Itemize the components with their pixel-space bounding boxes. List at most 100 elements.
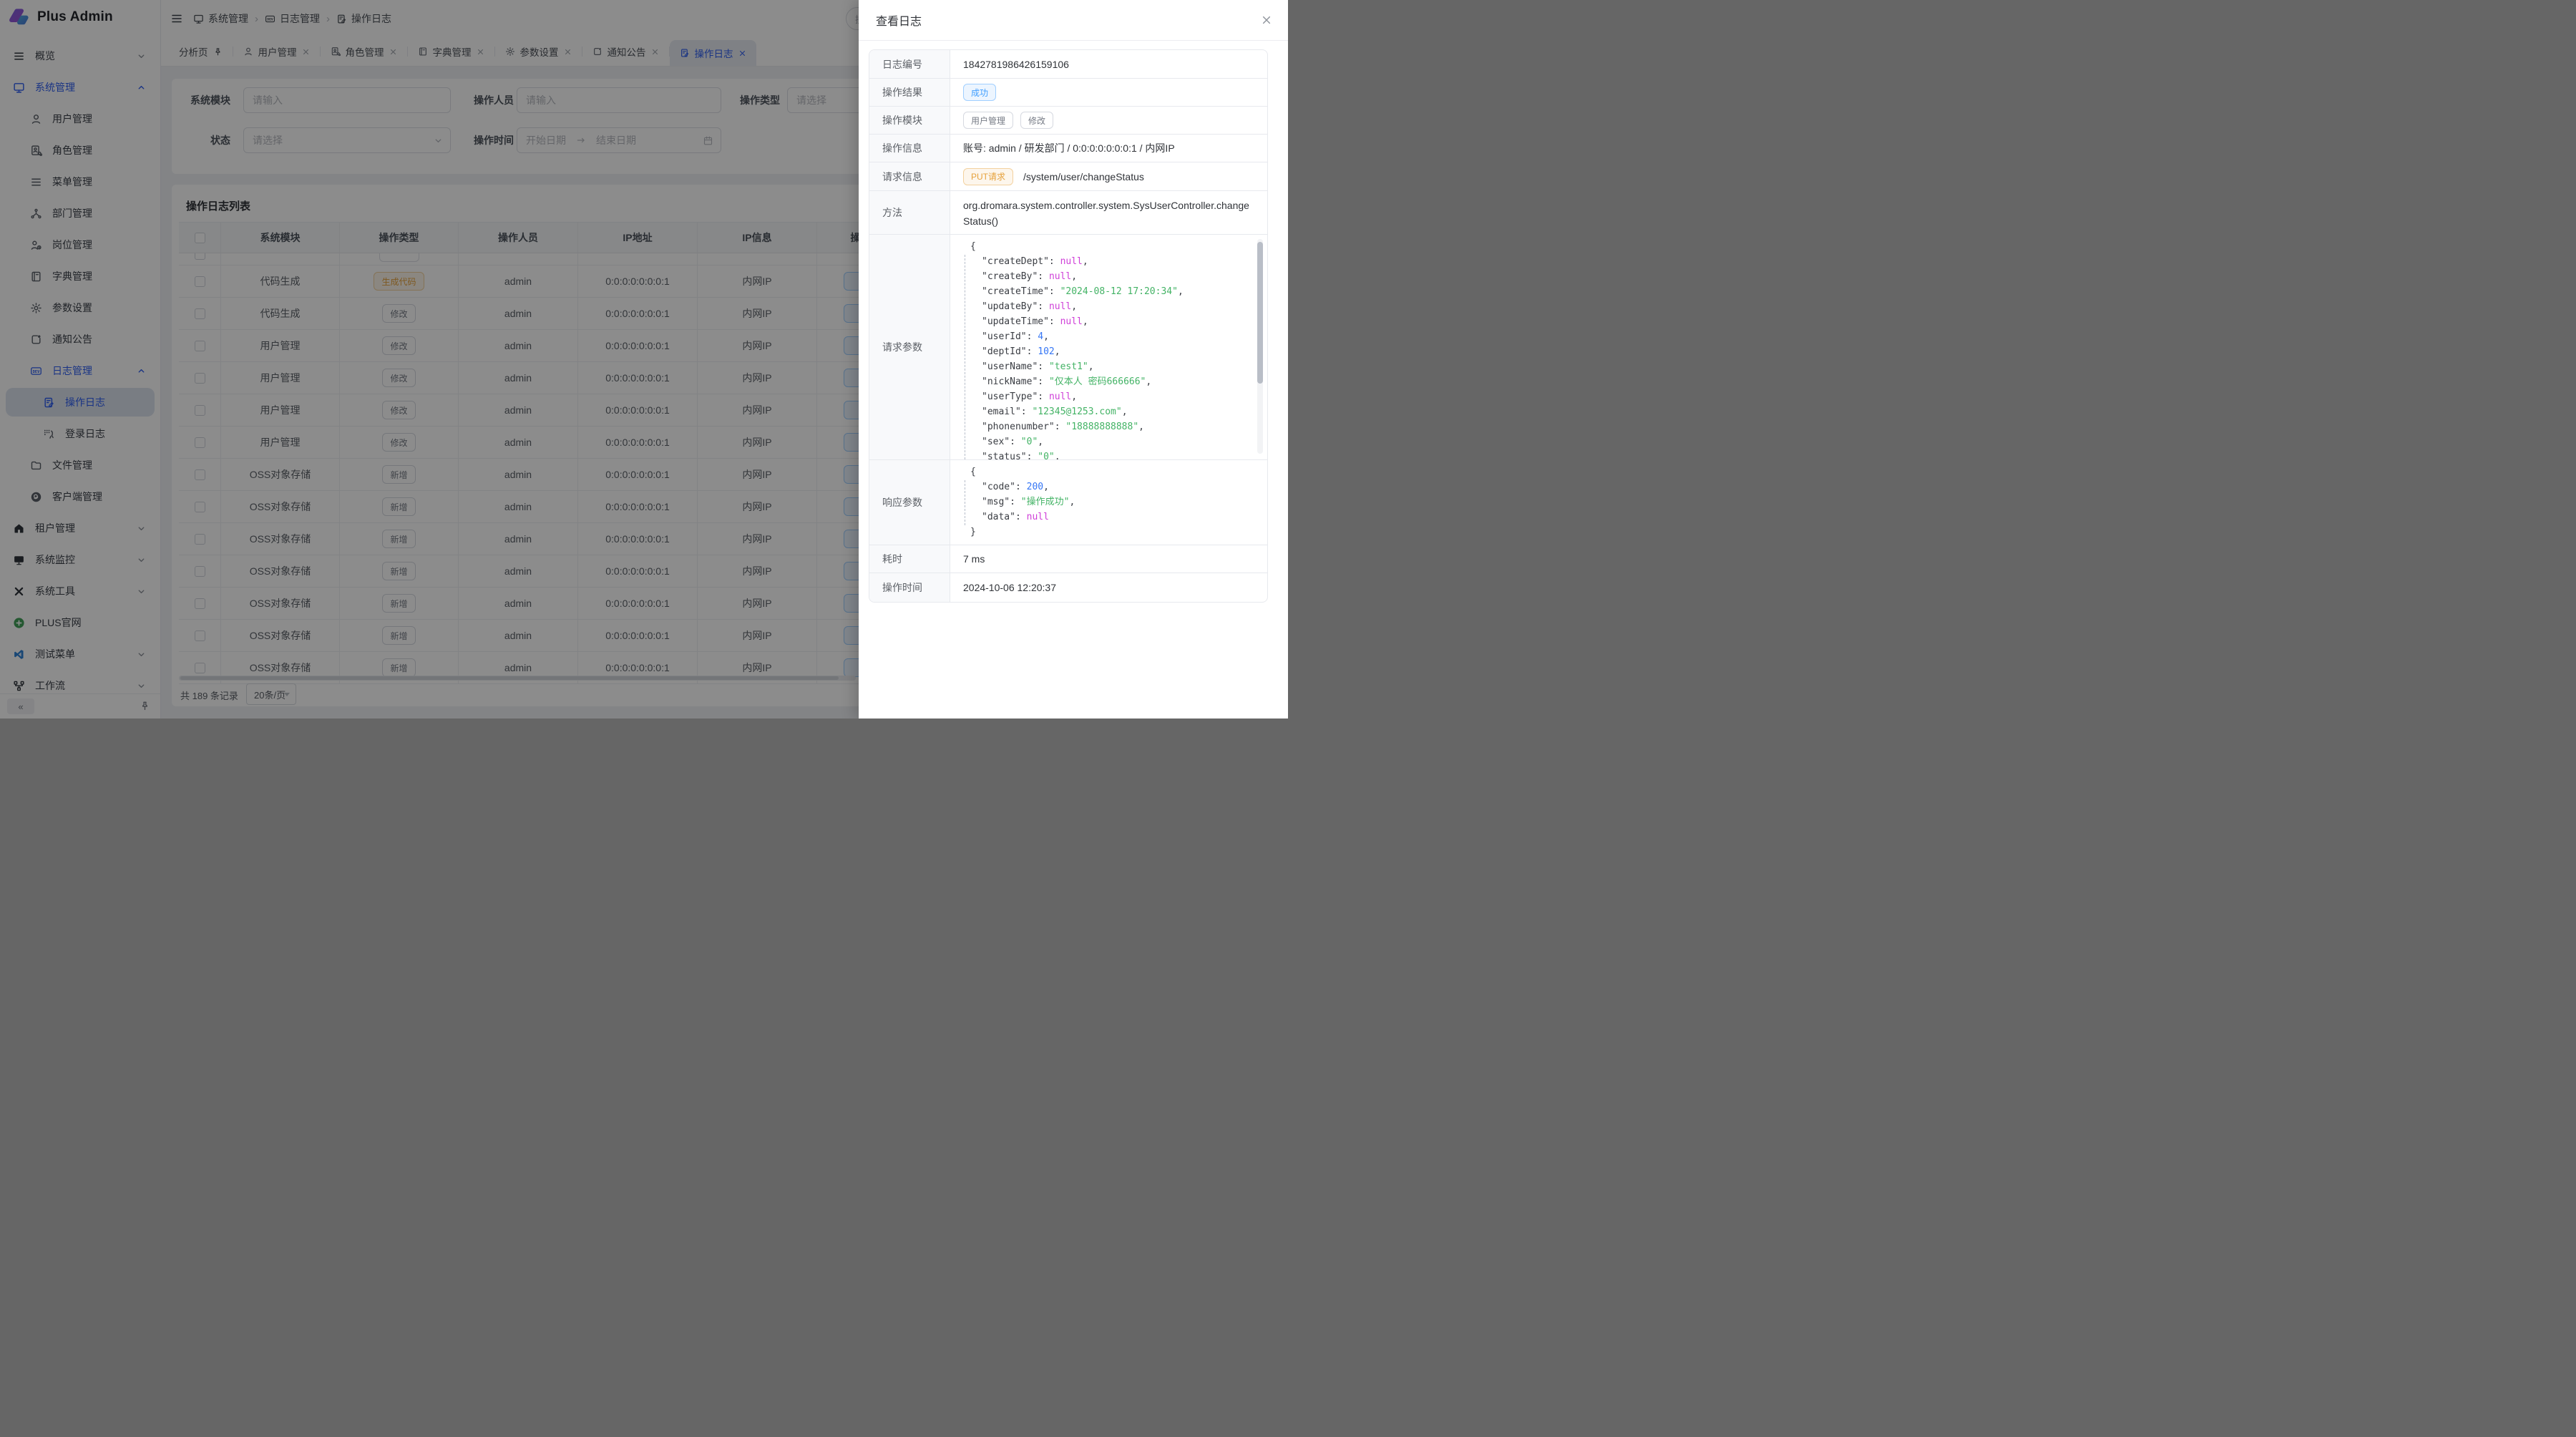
json-punct: }: [970, 527, 976, 537]
json-punct: ,: [1055, 452, 1060, 459]
detail-label: 响应参数: [869, 460, 950, 545]
json-line: }: [960, 525, 1267, 540]
module-tag: 用户管理: [963, 112, 1013, 129]
json-value: 200: [1027, 482, 1043, 492]
json-punct: ,: [1083, 316, 1088, 327]
response-params-json: { "code": 200, "msg": "操作成功", "data": null}: [960, 464, 1267, 540]
json-line: "createTime": "2024-08-12 17:20:34",: [960, 284, 1267, 299]
log-detail-drawer: 查看日志 日志编号 1842781986426159106 操作结果 成功 操作…: [859, 0, 1288, 718]
status-badge: 成功: [963, 84, 996, 101]
json-value: 4: [1038, 331, 1043, 342]
detail-row-time: 操作时间 2024-10-06 12:20:37: [869, 573, 1267, 602]
json-punct: :: [1015, 482, 1027, 492]
detail-row-method: 方法 org.dromara.system.controller.system.…: [869, 191, 1267, 235]
json-punct: ,: [1088, 361, 1094, 372]
log-detail-table: 日志编号 1842781986426159106 操作结果 成功 操作模块 用户…: [869, 49, 1268, 603]
json-line: "code": 200,: [960, 479, 1267, 495]
json-key: "updateBy": [982, 301, 1038, 312]
detail-label: 耗时: [869, 545, 950, 573]
json-punct: {: [970, 467, 976, 477]
request-url-value: /system/user/changeStatus: [1023, 171, 1144, 182]
json-key: "userType": [982, 391, 1038, 402]
json-value: null: [1049, 271, 1071, 282]
json-key: "createTime": [982, 286, 1049, 297]
json-key: "sex": [982, 437, 1010, 447]
detail-row-cost: 耗时 7 ms: [869, 545, 1267, 573]
json-value: 102: [1038, 346, 1054, 357]
detail-label: 操作模块: [869, 107, 950, 134]
detail-label: 操作时间: [869, 573, 950, 602]
json-key: "userId": [982, 331, 1027, 342]
json-key: "phonenumber": [982, 422, 1055, 432]
json-key: "data": [982, 512, 1015, 522]
json-line: "createBy": null,: [960, 269, 1267, 284]
json-value: "2024-08-12 17:20:34": [1060, 286, 1178, 297]
json-key: "userName": [982, 361, 1038, 372]
json-line: {: [960, 464, 1267, 479]
json-punct: ,: [1083, 256, 1088, 267]
json-value: "操作成功": [1021, 497, 1070, 507]
json-punct: :: [1038, 301, 1049, 312]
json-value: null: [1027, 512, 1049, 522]
json-key: "createBy": [982, 271, 1038, 282]
json-line: "nickName": "仅本人 密码666666",: [960, 374, 1267, 389]
json-scrollbar-thumb[interactable]: [1257, 242, 1263, 384]
log-id-value: 1842781986426159106: [963, 59, 1069, 70]
json-punct: :: [1010, 497, 1021, 507]
json-value: "仅本人 密码666666": [1049, 376, 1146, 387]
detail-label: 请求信息: [869, 162, 950, 190]
json-line: "createDept": null,: [960, 254, 1267, 269]
drawer-title: 查看日志: [876, 11, 922, 29]
json-key: "createDept": [982, 256, 1049, 267]
json-line: "updateTime": null,: [960, 314, 1267, 329]
request-params-json: {"createDept": null,"createBy": null,"cr…: [960, 239, 1267, 459]
method-value: org.dromara.system.controller.system.Sys…: [950, 191, 1267, 234]
json-value: null: [1049, 301, 1071, 312]
json-punct: :: [1038, 361, 1049, 372]
json-key: "deptId": [982, 346, 1027, 357]
json-punct: ,: [1071, 391, 1077, 402]
json-key: "nickName": [982, 376, 1038, 387]
json-line: "phonenumber": "18888888888",: [960, 419, 1267, 434]
json-line: {: [960, 239, 1267, 254]
json-punct: :: [1049, 256, 1060, 267]
json-line: "deptId": 102,: [960, 344, 1267, 359]
json-value: "18888888888": [1065, 422, 1138, 432]
json-value: "12345@1253.com": [1032, 406, 1121, 417]
json-key: "msg": [982, 497, 1010, 507]
json-punct: :: [1027, 452, 1038, 459]
json-punct: :: [1015, 512, 1027, 522]
detail-row-module: 操作模块 用户管理 修改: [869, 107, 1267, 135]
json-key: "status": [982, 452, 1027, 459]
json-punct: ,: [1055, 346, 1060, 357]
json-punct: ,: [1038, 437, 1043, 447]
json-punct: ,: [1122, 406, 1128, 417]
detail-label: 操作信息: [869, 135, 950, 162]
operation-type-tag: 修改: [1020, 112, 1053, 129]
detail-label: 方法: [869, 191, 950, 234]
json-punct: :: [1055, 422, 1066, 432]
json-punct: :: [1010, 437, 1021, 447]
http-method-tag: PUT请求: [963, 168, 1013, 185]
json-line: "sex": "0",: [960, 434, 1267, 449]
json-punct: :: [1027, 331, 1038, 342]
json-value: "0": [1038, 452, 1054, 459]
cost-value: 7 ms: [963, 553, 985, 565]
json-line: "updateBy": null,: [960, 299, 1267, 314]
detail-row-response-params: 响应参数 { "code": 200, "msg": "操作成功", "data": …: [869, 460, 1267, 545]
json-line: "data": null: [960, 510, 1267, 525]
json-punct: ,: [1178, 286, 1184, 297]
json-line: "email": "12345@1253.com",: [960, 404, 1267, 419]
json-punct: ,: [1069, 497, 1075, 507]
json-punct: ,: [1043, 331, 1049, 342]
json-punct: :: [1049, 316, 1060, 327]
close-icon[interactable]: [1261, 14, 1272, 26]
json-punct: {: [970, 241, 976, 252]
json-value: "test1": [1049, 361, 1088, 372]
json-punct: :: [1038, 271, 1049, 282]
page: Plus Admin 概览系统管理用户管理角色管理菜单管理部门管理岗位管理字典管…: [0, 0, 1288, 718]
detail-label: 操作结果: [869, 79, 950, 106]
json-punct: :: [1038, 376, 1049, 387]
json-punct: ,: [1043, 482, 1049, 492]
json-punct: ,: [1146, 376, 1151, 387]
